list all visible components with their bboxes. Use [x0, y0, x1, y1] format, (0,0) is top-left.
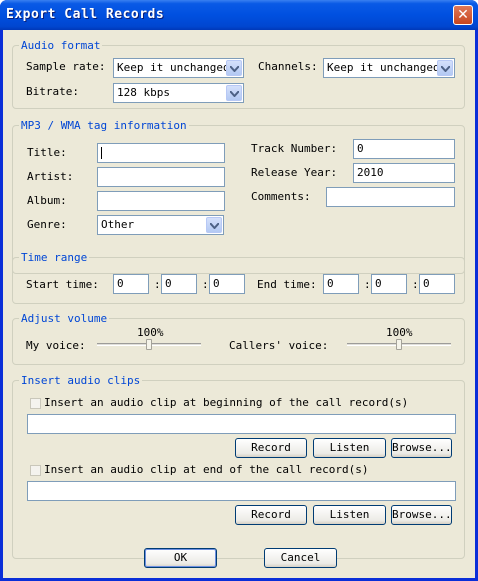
- chevron-down-icon[interactable]: [226, 60, 242, 76]
- callers-voice-slider-thumb[interactable]: [396, 339, 402, 350]
- sample-rate-select[interactable]: Keep it unchanged: [113, 58, 244, 78]
- end-minute-field[interactable]: 0: [371, 274, 407, 294]
- tag-info-legend: MP3 / WMA tag information: [19, 119, 189, 132]
- time-separator: :: [154, 278, 161, 291]
- adjust-volume-legend: Adjust volume: [19, 312, 110, 325]
- close-icon: ✕: [457, 7, 469, 23]
- title-field[interactable]: [97, 143, 225, 163]
- time-separator: :: [202, 278, 209, 291]
- genre-label: Genre:: [27, 218, 67, 231]
- begin-listen-button[interactable]: Listen: [313, 438, 386, 458]
- release-year-field[interactable]: 2010: [353, 163, 455, 183]
- begin-clip-checkbox[interactable]: [30, 398, 41, 409]
- my-voice-slider-thumb[interactable]: [146, 339, 152, 350]
- end-hour-field[interactable]: 0: [323, 274, 359, 294]
- bitrate-select[interactable]: 128 kbps: [113, 83, 244, 103]
- my-voice-label: My voice:: [26, 339, 86, 352]
- bitrate-value: 128 kbps: [117, 86, 170, 99]
- genre-value: Other: [101, 218, 135, 231]
- chevron-down-icon[interactable]: [206, 217, 222, 233]
- my-voice-slider[interactable]: [97, 338, 201, 352]
- adjust-volume-group: Adjust volume 100% My voice: 100% Caller…: [12, 312, 465, 365]
- album-label: Album:: [27, 194, 67, 207]
- begin-clip-label[interactable]: Insert an audio clip at beginning of the…: [44, 396, 408, 410]
- end-clip-checkbox[interactable]: [30, 465, 41, 476]
- time-range-legend: Time range: [19, 251, 90, 264]
- end-second-field[interactable]: 0: [419, 274, 455, 294]
- time-separator: :: [412, 278, 419, 291]
- title-label: Title:: [27, 146, 67, 159]
- comments-field[interactable]: [326, 187, 455, 207]
- release-year-label: Release Year:: [251, 166, 338, 179]
- end-clip-path-field[interactable]: [27, 481, 456, 501]
- bitrate-label: Bitrate:: [26, 85, 79, 98]
- channels-label: Channels:: [258, 60, 318, 73]
- begin-clip-path-field[interactable]: [27, 414, 456, 434]
- cancel-button[interactable]: Cancel: [264, 548, 337, 568]
- ok-button[interactable]: OK: [144, 548, 217, 568]
- audio-format-legend: Audio format: [19, 39, 103, 52]
- comments-label: Comments:: [251, 190, 311, 203]
- channels-select[interactable]: Keep it unchanged: [323, 58, 455, 78]
- end-time-label: End time:: [257, 278, 317, 291]
- dialog-body: Audio format Sample rate: Keep it unchan…: [3, 30, 475, 578]
- callers-voice-label: Callers' voice:: [229, 339, 329, 352]
- genre-select[interactable]: Other: [97, 215, 224, 235]
- artist-field[interactable]: [97, 167, 225, 187]
- start-time-label: Start time:: [26, 278, 99, 291]
- audio-format-group: Audio format Sample rate: Keep it unchan…: [12, 39, 465, 109]
- track-number-label: Track Number:: [251, 142, 338, 155]
- end-clip-label[interactable]: Insert an audio clip at end of the call …: [44, 463, 369, 477]
- time-separator: :: [364, 278, 371, 291]
- sample-rate-label: Sample rate:: [26, 60, 106, 73]
- time-range-group: Time range Start time: 0 : 0 : 0 End tim…: [12, 251, 465, 304]
- close-button[interactable]: ✕: [453, 5, 473, 25]
- begin-browse-button[interactable]: Browse...: [391, 438, 452, 458]
- channels-value: Keep it unchanged: [327, 61, 440, 74]
- end-listen-button[interactable]: Listen: [313, 505, 386, 525]
- artist-label: Artist:: [27, 170, 74, 183]
- chevron-down-icon[interactable]: [226, 85, 242, 101]
- end-record-button[interactable]: Record: [235, 505, 307, 525]
- start-hour-field[interactable]: 0: [113, 274, 149, 294]
- end-browse-button[interactable]: Browse...: [391, 505, 452, 525]
- begin-record-button[interactable]: Record: [235, 438, 307, 458]
- insert-clips-group: Insert audio clips Insert an audio clip …: [12, 374, 465, 559]
- dialog-title: Export Call Records: [6, 7, 165, 22]
- track-number-field[interactable]: 0: [353, 139, 455, 159]
- start-second-field[interactable]: 0: [209, 274, 245, 294]
- title-bar[interactable]: Export Call Records ✕: [0, 0, 478, 30]
- callers-voice-slider[interactable]: [347, 338, 451, 352]
- sample-rate-value: Keep it unchanged: [117, 61, 230, 74]
- album-field[interactable]: [97, 191, 225, 211]
- insert-clips-legend: Insert audio clips: [19, 374, 143, 387]
- export-dialog: Export Call Records ✕ Audio format Sampl…: [0, 0, 478, 581]
- start-minute-field[interactable]: 0: [161, 274, 197, 294]
- chevron-down-icon[interactable]: [437, 60, 453, 76]
